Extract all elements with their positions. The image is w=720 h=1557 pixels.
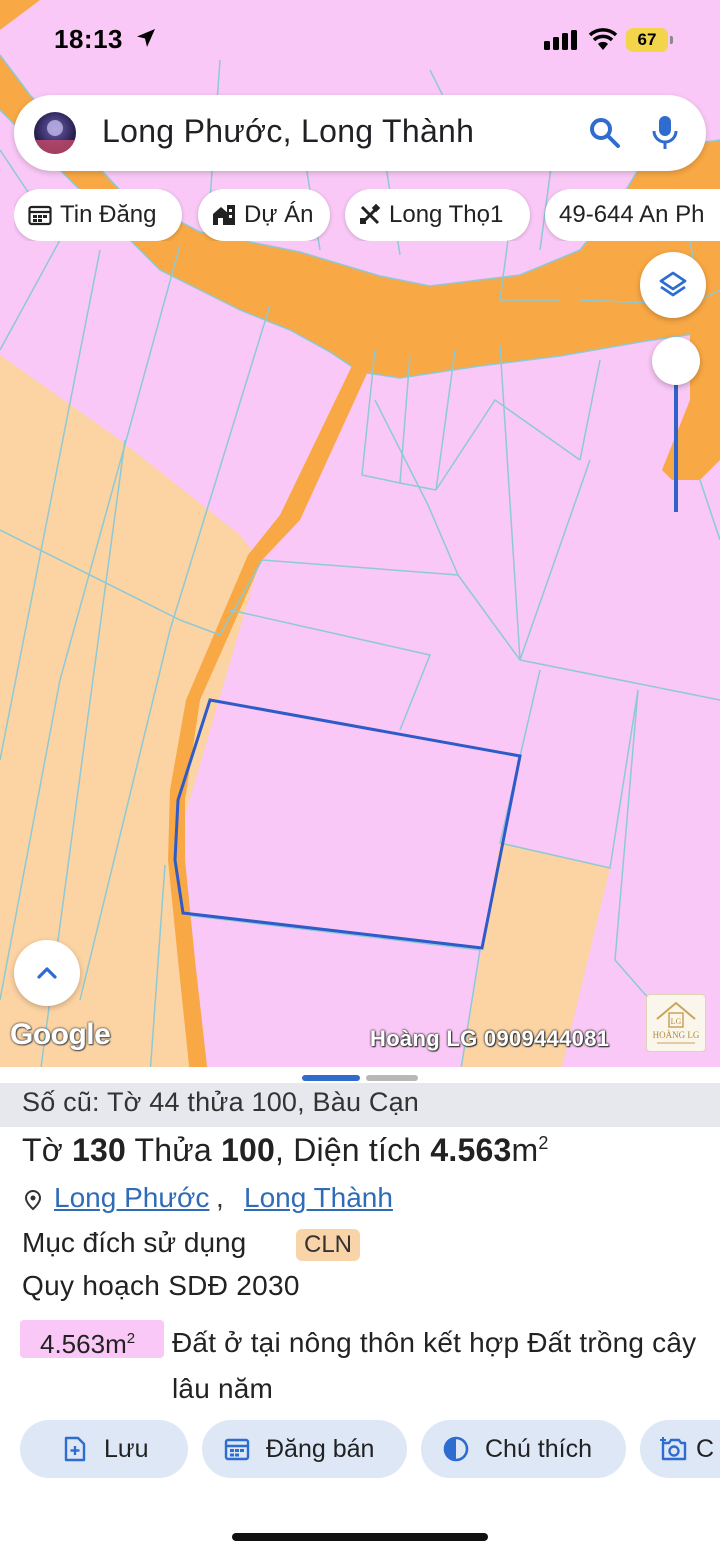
selected-parcel [173,698,522,950]
save-button[interactable]: Lưu [20,1420,188,1478]
sheet-handle-active[interactable] [302,1075,360,1081]
plan-label: Quy hoạch SDĐ 2030 [22,1270,300,1301]
post-sale-label: Đăng bán [266,1434,375,1463]
area-unit-sup: 2 [538,1133,549,1153]
chip-long-tho1[interactable]: Long Thọ1 [345,189,530,241]
save-label: Lưu [104,1434,149,1463]
status-bar: 18:13 67 [0,0,720,84]
avatar-image-icon [34,120,76,154]
area-unit: m [511,1132,539,1168]
location-pin-icon [24,1189,42,1211]
chip-label: Dự Án [244,201,314,228]
search-query[interactable]: Long Phước, Long Thành [102,113,474,150]
battery-tip [670,36,673,44]
sheet-number: 130 [72,1132,127,1168]
microphone-icon[interactable] [650,114,680,152]
logo-text: HOÀNG LG [653,1030,700,1040]
expand-sheet-button[interactable] [14,940,80,1006]
chip-tin-dang[interactable]: Tin Đăng [14,189,182,241]
search-bar[interactable]: Long Phước, Long Thành [14,95,706,171]
location-arrow-icon [137,29,155,47]
parcel-number: 100 [221,1132,276,1168]
camera-label: C [696,1434,715,1463]
camera-button[interactable]: C [640,1420,720,1478]
layers-button[interactable] [640,252,706,318]
address-separator: , [216,1182,224,1213]
search-icon[interactable] [588,116,622,150]
chevron-up-icon [37,967,57,979]
home-indicator[interactable] [232,1533,488,1541]
area-label: , Diện tích [275,1132,422,1168]
post-sale-button[interactable]: Đăng bán [202,1420,407,1478]
area-value: 4.563 [430,1132,512,1168]
sheet-handle-inactive[interactable] [366,1075,418,1081]
district-link[interactable]: Long Thành [244,1182,393,1214]
contrast-icon [443,1436,469,1462]
purpose-label: Mục đích sử dụng [22,1227,247,1258]
save-icon [64,1436,86,1462]
google-logo: Google [10,1018,111,1051]
parcel-label: Thửa [134,1132,212,1168]
hoang-lg-logo: LG HOÀNG LG [646,994,706,1052]
plan-area: 4.563m [40,1329,127,1359]
chip-label: 49-644 An Ph [559,201,705,228]
avatar[interactable] [34,112,76,154]
chip-du-an[interactable]: Dự Án [198,189,330,241]
plan-area-sup: 2 [126,1330,136,1347]
watermark: Hoàng LG 0909444081 [370,1026,610,1051]
filter-chips: Tin Đăng Dự Án Long Thọ1 49-644 An Ph [14,189,720,241]
status-time: 18:13 [54,24,123,54]
battery-level: 67 [626,28,668,52]
layers-icon [659,271,687,297]
opacity-slider-knob[interactable] [652,337,700,385]
legend-label: Chú thích [485,1434,593,1463]
purpose-code-badge: CLN [296,1229,361,1261]
camera-icon [660,1437,687,1461]
old-record-bar: Số cũ: Tờ 44 thửa 100, Bàu Cạn [0,1083,720,1127]
sheet-label: Tờ [22,1132,63,1168]
plan-area-badge: 4.563m2 [20,1320,164,1359]
chip-label: Long Thọ1 [389,201,504,228]
building-icon [213,205,235,225]
signal-icon [544,30,577,50]
tools-icon [360,204,381,225]
parcel-summary: Tờ 130 Thửa 100, Diện tích 4.563m2 [22,1132,549,1169]
chip-label: Tin Đăng [60,201,157,228]
wifi-icon [588,28,618,50]
commune-link[interactable]: Long Phước [54,1182,209,1214]
old-record-text: Số cũ: Tờ 44 thửa 100, Bàu Cạn [22,1087,420,1117]
calendar-icon [224,1438,250,1461]
house-logo-icon: LG HOÀNG LG [653,1001,700,1044]
svg-text:LG: LG [671,1017,682,1026]
legend-button[interactable]: Chú thích [421,1420,626,1478]
calendar-icon [28,205,52,226]
plan-land-type: Đất ở tại nông thôn kết hợp Đất trồng câ… [172,1327,697,1404]
chip-address[interactable]: 49-644 An Ph [545,189,720,241]
action-bar: Lưu Đăng bán Chú thích C [0,1420,720,1480]
